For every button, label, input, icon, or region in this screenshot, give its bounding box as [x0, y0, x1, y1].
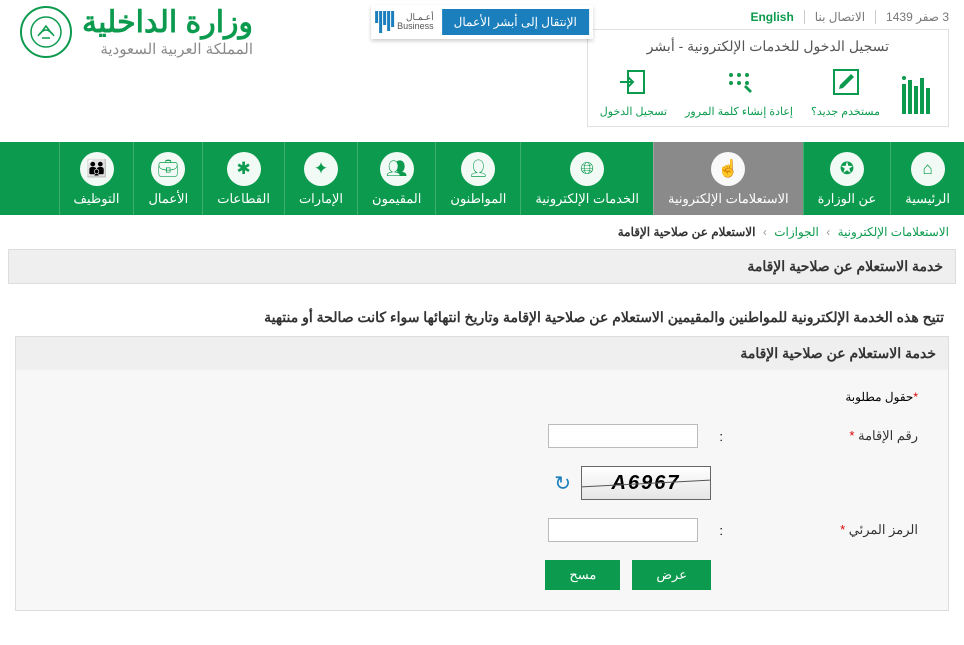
captcha-input[interactable]: [548, 518, 698, 542]
person-icon: 👤︎: [461, 152, 495, 186]
service-description: تتيح هذه الخدمة الإلكترونية للمواطنين وا…: [0, 299, 964, 336]
moi-logo-icon: [20, 6, 72, 58]
login-label: تسجيل الدخول: [600, 105, 667, 118]
home-icon: ⌂: [911, 152, 945, 186]
lang-switch[interactable]: English: [740, 10, 793, 24]
refresh-captcha-icon[interactable]: ↻: [554, 471, 571, 496]
nav-emirates[interactable]: ✦الإمارات: [284, 142, 357, 215]
team-icon: 👪︎: [80, 152, 114, 186]
nav-sectors[interactable]: ✱القطاعات: [202, 142, 284, 215]
login-icon: [614, 63, 652, 101]
clear-button[interactable]: مسح: [545, 560, 620, 590]
iqama-input[interactable]: [548, 424, 698, 448]
nav-jobs[interactable]: 👪︎التوظيف: [59, 142, 134, 215]
breadcrumb-l1[interactable]: الاستعلامات الإلكترونية: [838, 225, 949, 239]
login-item-newuser[interactable]: مستخدم جديد؟: [811, 63, 880, 118]
main-nav: ⌂الرئيسية ✪عن الوزارة ☝الاستعلامات الإلك…: [0, 142, 964, 215]
breadcrumb: الاستعلامات الإلكترونية › الجوازات › الا…: [0, 215, 964, 249]
share-icon: ✱: [227, 152, 261, 186]
login-item-resetpw[interactable]: إعادة إنشاء كلمة المرور: [685, 63, 793, 118]
breadcrumb-l2[interactable]: الجوازات: [774, 225, 819, 239]
brand-title: وزارة الداخلية: [82, 5, 253, 40]
business-banner: الإنتقال إلى أبشر الأعمال أعـمـال Busine…: [371, 5, 593, 39]
nav-eservices[interactable]: 🌐︎الخدمات الإلكترونية: [520, 142, 653, 215]
nav-home[interactable]: ⌂الرئيسية: [890, 142, 964, 215]
login-box: تسجيل الدخول للخدمات الإلكترونية - أبشر …: [587, 29, 949, 127]
nav-about[interactable]: ✪عن الوزارة: [803, 142, 891, 215]
login-title: تسجيل الدخول للخدمات الإلكترونية - أبشر: [600, 38, 936, 55]
form-title: خدمة الاستعلام عن صلاحية الإقامة: [16, 337, 948, 370]
service-title: خدمة الاستعلام عن صلاحية الإقامة: [8, 249, 956, 284]
business-logo-icon: أعـمـال Business: [375, 11, 434, 33]
globe-icon: 🌐︎: [570, 152, 604, 186]
captcha-label: الرمز المرئي *: [738, 522, 918, 538]
nav-einquiries[interactable]: ☝الاستعلامات الإلكترونية: [653, 142, 803, 215]
login-item-signin[interactable]: تسجيل الدخول: [600, 63, 667, 118]
flag-icon: ✦: [304, 152, 338, 186]
edit-icon: [827, 63, 865, 101]
nav-citizens[interactable]: 👤︎المواطنون: [435, 142, 520, 215]
breadcrumb-current: الاستعلام عن صلاحية الإقامة: [618, 225, 756, 239]
contact-link[interactable]: الاتصال بنا: [804, 10, 865, 24]
briefcase-icon: 💼︎: [151, 152, 185, 186]
keypad-icon: [720, 63, 758, 101]
absher-icon: [898, 74, 936, 118]
nav-residents[interactable]: 👥︎المقيمون: [357, 142, 435, 215]
required-note: *حقول مطلوبة: [46, 390, 918, 404]
emblem-icon: ✪: [830, 152, 864, 186]
nav-business[interactable]: 💼︎الأعمال: [133, 142, 202, 215]
goto-business-button[interactable]: الإنتقال إلى أبشر الأعمال: [442, 9, 589, 35]
captcha-image: A6967: [581, 466, 711, 500]
iqama-label: رقم الإقامة *: [738, 428, 918, 444]
hand-icon: ☝: [711, 152, 745, 186]
login-label: إعادة إنشاء كلمة المرور: [685, 105, 793, 118]
login-label: مستخدم جديد؟: [811, 105, 880, 118]
submit-button[interactable]: عرض: [632, 560, 711, 590]
brand-subtitle: المملكة العربية السعودية: [82, 40, 253, 58]
login-item-absher[interactable]: [898, 74, 936, 118]
group-icon: 👥︎: [380, 152, 414, 186]
hijri-date: 3 صفر 1439: [875, 10, 949, 24]
